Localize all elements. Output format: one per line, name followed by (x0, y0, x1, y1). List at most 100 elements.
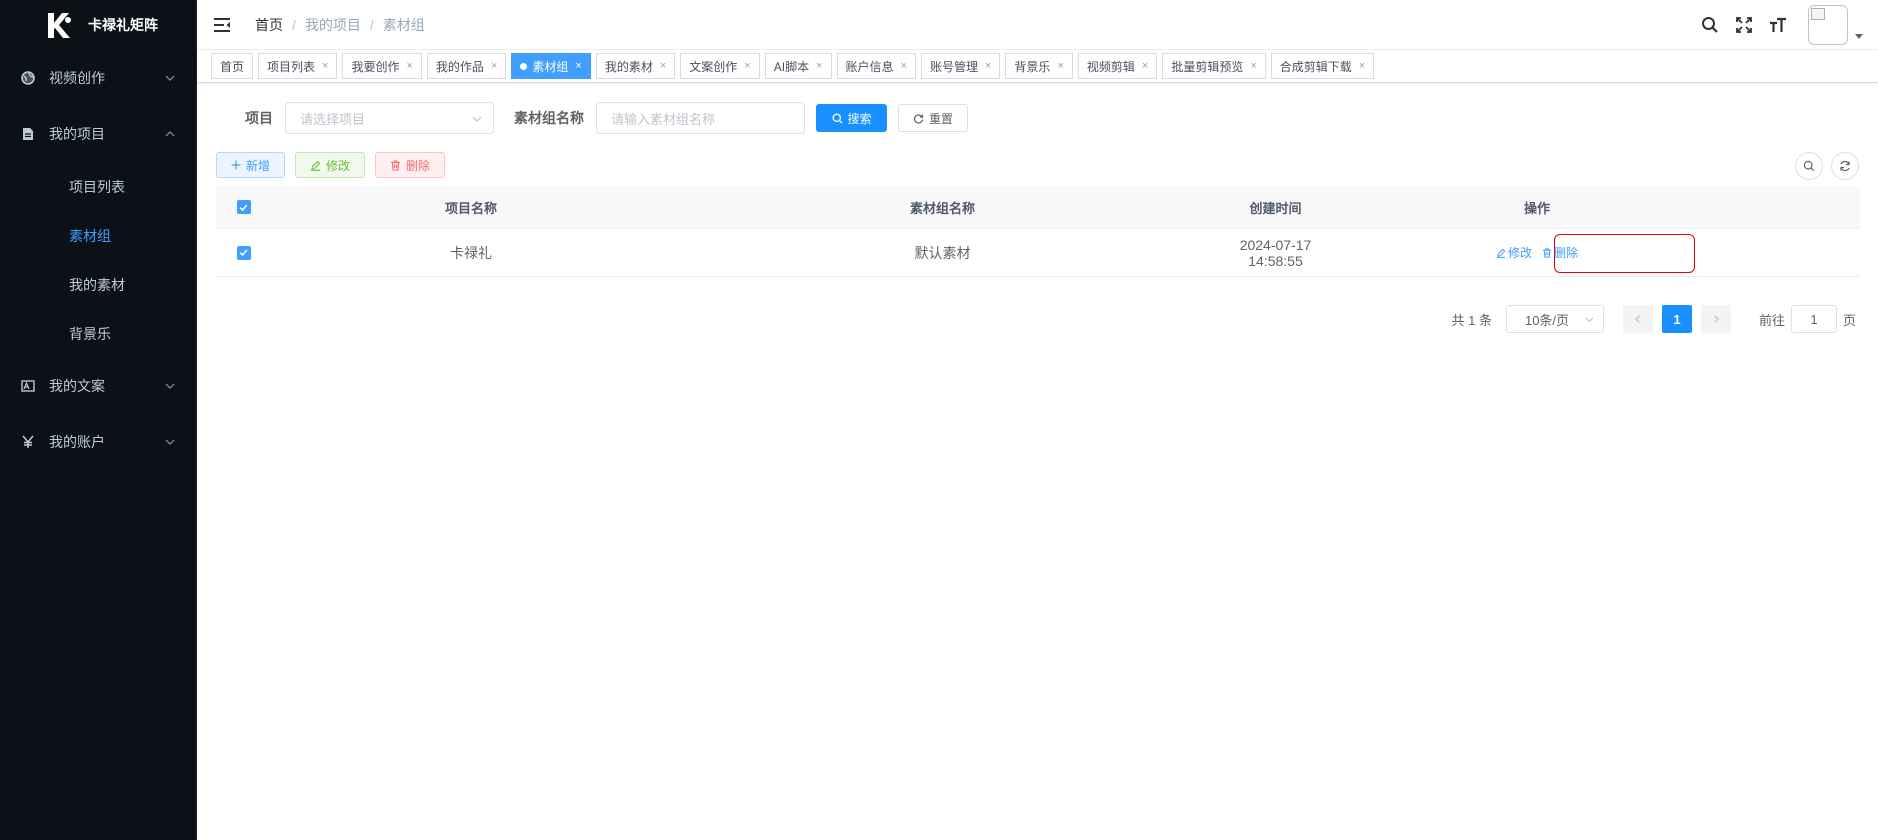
menu-label: 视频创作 (49, 70, 105, 86)
avatar[interactable] (1808, 5, 1848, 45)
close-icon[interactable]: × (816, 60, 822, 72)
chevron-right-icon (1714, 315, 1719, 323)
select-all-checkbox[interactable] (236, 200, 251, 214)
chevron-down-icon (165, 383, 175, 389)
search-button[interactable]: 搜索 (816, 104, 887, 132)
close-icon[interactable]: × (985, 60, 991, 72)
close-icon[interactable]: × (660, 60, 666, 72)
breadcrumb-separator: / (292, 16, 296, 33)
next-page-button[interactable] (1700, 305, 1731, 333)
tag-my-materials[interactable]: 我的素材 × (595, 53, 676, 79)
edit-button-label: 修改 (326, 158, 351, 173)
row-select-cell (216, 245, 271, 260)
tag-create[interactable]: 我要创作 × (342, 53, 422, 79)
close-icon[interactable]: × (1250, 60, 1256, 72)
tag-account-management[interactable]: 账号管理 × (920, 53, 1001, 79)
cell-created-time: 2024-07-17 14:58:55 (1239, 236, 1312, 269)
add-button[interactable]: 新增 (216, 152, 286, 178)
breadcrumb-home[interactable]: 首页 (255, 15, 283, 35)
highlight-annotation (1554, 234, 1695, 273)
sidebar-item-material-group[interactable]: 素材组 (0, 211, 196, 260)
menu-video-creation[interactable]: 视频创作 (0, 50, 196, 106)
close-icon[interactable]: × (744, 60, 750, 72)
check-icon (239, 249, 248, 257)
page-number-1[interactable]: 1 (1661, 305, 1692, 333)
toggle-search-button[interactable] (1795, 152, 1823, 180)
column-header-group: 素材组名称 (909, 200, 975, 216)
refresh-table-button[interactable] (1831, 152, 1859, 180)
prev-page-button[interactable] (1622, 305, 1653, 333)
close-icon[interactable]: × (322, 60, 328, 72)
trash-icon (1542, 247, 1552, 258)
tag-label: 账号管理 (929, 59, 978, 74)
tag-ai-script[interactable]: AI脚本 × (764, 53, 832, 79)
logo[interactable]: 卡禄礼矩阵 (0, 0, 196, 50)
menu-my-copywriting[interactable]: 我的文案 (0, 358, 196, 414)
close-icon[interactable]: × (575, 60, 581, 72)
reset-button-label: 重置 (928, 111, 953, 126)
edit-icon (1496, 248, 1506, 258)
chevron-down-icon (1585, 317, 1594, 323)
tag-download[interactable]: 合成剪辑下载 × (1270, 53, 1375, 79)
menu-my-account[interactable]: 我的账户 (0, 414, 196, 470)
caret-down-icon[interactable] (1854, 31, 1864, 41)
menu-my-projects[interactable]: 我的项目 (0, 106, 196, 162)
reset-button[interactable]: 重置 (898, 104, 968, 132)
chevron-left-icon (1635, 315, 1640, 323)
project-select-placeholder: 请选择项目 (300, 111, 366, 127)
check-icon (239, 204, 248, 211)
tag-background-music[interactable]: 背景乐 × (1005, 53, 1073, 79)
sidebar-item-background-music[interactable]: 背景乐 (0, 309, 196, 358)
group-name-label: 素材组名称 (514, 110, 584, 126)
font-size-icon[interactable] (1768, 15, 1788, 35)
column-header-project: 项目名称 (444, 200, 497, 216)
tag-account-info[interactable]: 账户信息 × (836, 53, 916, 79)
yen-icon (20, 434, 36, 450)
tag-material-group[interactable]: 素材组 × (511, 53, 591, 79)
row-edit-label: 修改 (1507, 246, 1532, 260)
search-form: 项目 请选择项目 素材组名称 请输入素材组名称 搜索 重置 (245, 102, 968, 134)
sidebar-item-my-materials[interactable]: 我的素材 (0, 260, 196, 309)
close-icon[interactable]: × (1142, 60, 1148, 72)
search-button-label: 搜索 (847, 111, 872, 126)
tags-view: 首页 项目列表 × 我要创作 × 我的作品 × 素材组 × 我的素材 × 文案创作 × AI… (197, 50, 1878, 83)
tag-copywriting[interactable]: 文案创作 × (680, 53, 760, 79)
fullscreen-icon[interactable] (1734, 15, 1754, 35)
text-image-icon (20, 378, 36, 394)
hamburger-menu-icon[interactable] (213, 17, 231, 33)
table-header: 项目名称 素材组名称 创建时间 操作 (216, 186, 1860, 229)
chevron-down-icon (165, 439, 175, 445)
row-checkbox[interactable] (236, 245, 251, 260)
page-size-select[interactable]: 10条/页 (1505, 305, 1604, 333)
close-icon[interactable]: × (1359, 60, 1365, 72)
project-select[interactable]: 请选择项目 (285, 102, 494, 134)
tag-label: 素材组 (532, 59, 569, 74)
page-suffix: 页 (1842, 312, 1856, 328)
close-icon[interactable]: × (1057, 60, 1063, 72)
close-icon[interactable]: × (406, 60, 412, 72)
tag-label: 首页 (220, 59, 245, 74)
tag-label: 项目列表 (267, 59, 316, 74)
breadcrumb-current: 素材组 (382, 16, 425, 33)
delete-button[interactable]: 删除 (375, 152, 446, 178)
k-logo-icon (42, 9, 74, 41)
tag-home[interactable]: 首页 (211, 53, 254, 79)
tag-label: 合成剪辑下载 (1279, 59, 1352, 74)
sidebar: 卡禄礼矩阵 视频创作 我的项目 项目列表 素材组 我的素材 背景乐 我的文案 我… (0, 0, 197, 840)
app-name: 卡禄礼矩阵 (88, 17, 158, 33)
tag-my-works[interactable]: 我的作品 × (426, 53, 507, 79)
edit-button[interactable]: 修改 (295, 152, 366, 178)
tag-batch-preview[interactable]: 批量剪辑预览 × (1162, 53, 1266, 79)
close-icon[interactable]: × (491, 60, 497, 72)
tag-project-list[interactable]: 项目列表 × (258, 53, 338, 79)
group-name-input[interactable]: 请输入素材组名称 (596, 102, 805, 134)
close-icon[interactable]: × (901, 60, 907, 72)
search-icon[interactable] (1700, 15, 1720, 35)
header-actions (1700, 0, 1878, 50)
row-edit-link[interactable]: 修改 (1496, 244, 1532, 261)
goto-page-input[interactable]: 1 (1790, 305, 1837, 333)
sidebar-item-project-list[interactable]: 项目列表 (0, 162, 196, 211)
menu-label: 我的账户 (49, 434, 105, 450)
project-label: 项目 (245, 110, 273, 126)
tag-video-edit[interactable]: 视频剪辑 × (1077, 53, 1158, 79)
